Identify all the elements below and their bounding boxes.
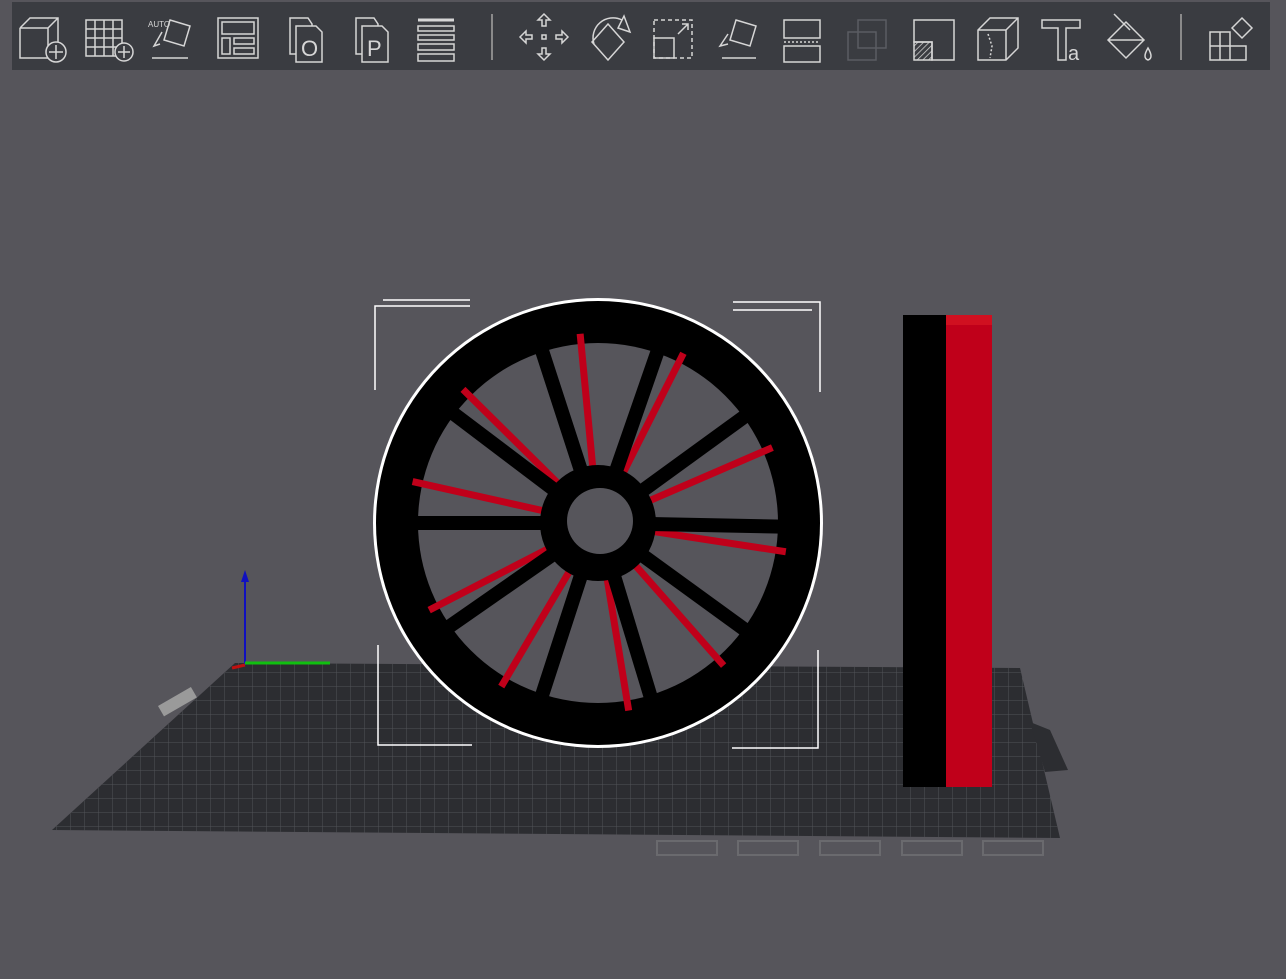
add-plate-button[interactable] <box>82 10 134 64</box>
seam-painting-button[interactable] <box>974 10 1026 64</box>
plate-buttons <box>656 840 1044 856</box>
wheel-spoke <box>637 516 789 534</box>
toolbar-separator <box>1180 14 1182 60</box>
rotate-icon <box>590 14 632 62</box>
paint-bucket-icon <box>1106 13 1152 61</box>
arrange-icon <box>217 17 259 59</box>
top-toolbar: AUTO O P a <box>12 2 1270 70</box>
lay-on-face-button[interactable] <box>716 10 768 64</box>
toolbar-separator <box>491 14 493 60</box>
lay-on-face-icon <box>718 19 757 59</box>
auto-orient-icon: AUTO <box>148 19 191 59</box>
plate-button[interactable] <box>737 840 799 856</box>
assembly-button[interactable] <box>1206 10 1258 64</box>
bar-object[interactable] <box>903 315 992 787</box>
auto-label: AUTO <box>148 20 170 29</box>
boolean-button[interactable] <box>844 10 896 64</box>
text-button[interactable]: a <box>1040 10 1092 65</box>
auto-orient-button[interactable]: AUTO <box>148 10 200 64</box>
cut-icon <box>783 19 821 63</box>
puzzle-icon <box>1209 16 1254 61</box>
arrange-button[interactable] <box>214 10 266 64</box>
text-icon: a <box>1041 19 1081 65</box>
scale-icon <box>653 19 693 59</box>
copy-label: O <box>301 36 318 61</box>
axes-gizmo <box>231 570 330 670</box>
copy-button[interactable]: O <box>286 10 338 64</box>
move-icon <box>518 12 570 62</box>
seam-paint-icon <box>977 17 1019 61</box>
plate-button[interactable] <box>901 840 963 856</box>
rotate-button[interactable] <box>584 10 636 64</box>
3d-viewport[interactable] <box>0 70 1286 979</box>
support-painting-button[interactable] <box>910 10 962 64</box>
grid-plus-icon <box>85 19 134 62</box>
layers-button[interactable] <box>414 10 466 64</box>
boolean-icon <box>847 19 887 61</box>
wheel-object[interactable] <box>373 298 823 749</box>
color-painting-button[interactable] <box>1104 10 1156 64</box>
paste-button[interactable]: P <box>352 10 404 64</box>
scale-button[interactable] <box>650 10 702 64</box>
add-object-button[interactable] <box>16 10 68 64</box>
paste-label: P <box>367 36 382 61</box>
paste-icon: P <box>355 17 389 63</box>
text-tool-label: a <box>1068 43 1080 64</box>
plate-button[interactable] <box>656 840 718 856</box>
plate-button[interactable] <box>819 840 881 856</box>
cut-button[interactable] <box>780 10 832 64</box>
plate-button[interactable] <box>982 840 1044 856</box>
cube-plus-icon <box>19 17 67 63</box>
layers-icon <box>417 18 455 62</box>
copy-icon: O <box>289 17 323 63</box>
support-paint-icon <box>913 19 955 61</box>
move-button[interactable] <box>518 10 570 64</box>
